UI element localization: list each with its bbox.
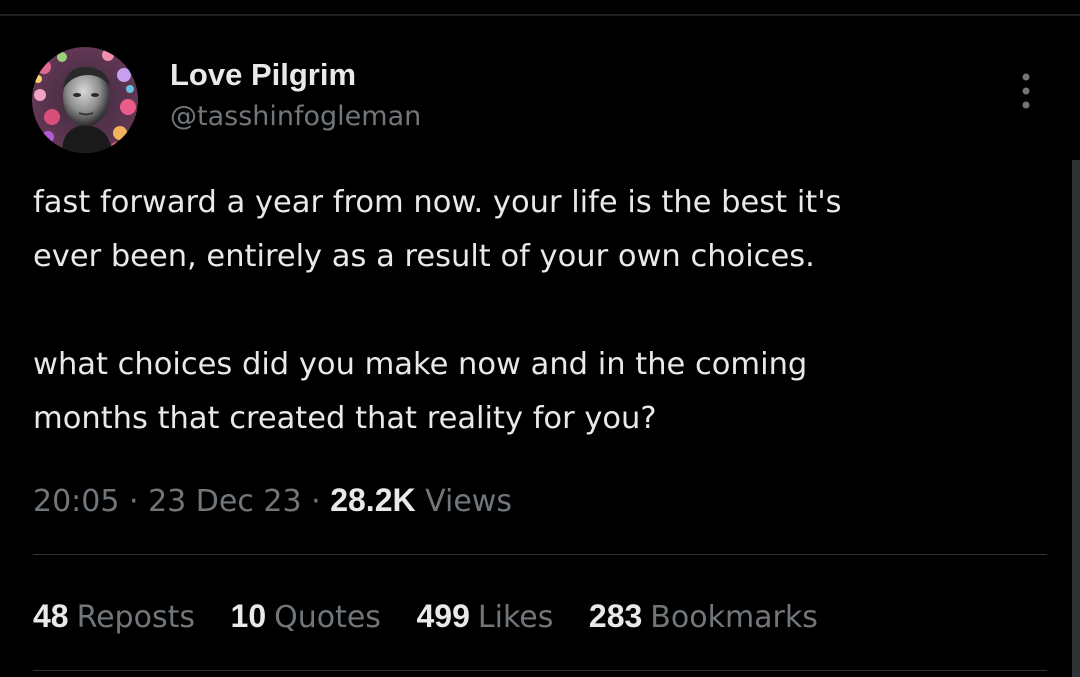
tweet-line: fast forward a year from now. your life … bbox=[33, 185, 842, 220]
avatar-image bbox=[32, 47, 138, 153]
reposts-label: Reposts bbox=[76, 600, 195, 635]
tweet-date[interactable]: 23 Dec 23 bbox=[148, 484, 301, 519]
bookmarks-count: 283 bbox=[588, 598, 643, 634]
quotes-count: 10 bbox=[230, 598, 267, 634]
avatar[interactable] bbox=[32, 47, 138, 153]
likes-stat[interactable]: 499 Likes bbox=[417, 594, 554, 640]
meta-separator: · bbox=[311, 484, 331, 519]
more-options-button[interactable] bbox=[1006, 68, 1046, 114]
reposts-stat[interactable]: 48 Reposts bbox=[33, 594, 195, 640]
quotes-label: Quotes bbox=[274, 600, 381, 635]
views-count: 28.2K bbox=[330, 482, 416, 518]
likes-count: 499 bbox=[416, 598, 470, 634]
engagement-stats: 48 Reposts 10 Quotes 499 Likes 283 Bookmarks bbox=[33, 594, 844, 640]
scrollbar[interactable] bbox=[1072, 160, 1080, 677]
meta-separator: · bbox=[129, 484, 149, 519]
tweet-time[interactable]: 20:05 bbox=[33, 484, 119, 519]
reposts-count: 48 bbox=[33, 598, 69, 634]
quotes-stat[interactable]: 10 Quotes bbox=[231, 594, 381, 640]
tweet-line: months that created that reality for you… bbox=[33, 401, 657, 436]
tweet-line: ever been, entirely as a result of your … bbox=[33, 239, 815, 274]
bookmarks-label: Bookmarks bbox=[650, 600, 818, 635]
more-options-icon bbox=[1022, 73, 1030, 109]
author-display-name[interactable]: Love Pilgrim bbox=[170, 56, 356, 94]
bookmarks-stat[interactable]: 283 Bookmarks bbox=[589, 594, 818, 640]
divider bbox=[33, 670, 1047, 671]
tweet-line: what choices did you make now and in the… bbox=[33, 347, 808, 382]
likes-label: Likes bbox=[477, 600, 554, 635]
top-divider bbox=[0, 14, 1080, 16]
tweet-meta: 20:05 · 23 Dec 23 · 28.2K Views bbox=[33, 478, 512, 524]
tweet-text: fast forward a year from now. your life … bbox=[33, 176, 1043, 446]
author-handle[interactable]: @tasshinfogleman bbox=[170, 99, 421, 135]
views-label: Views bbox=[425, 484, 512, 519]
divider bbox=[33, 554, 1047, 555]
